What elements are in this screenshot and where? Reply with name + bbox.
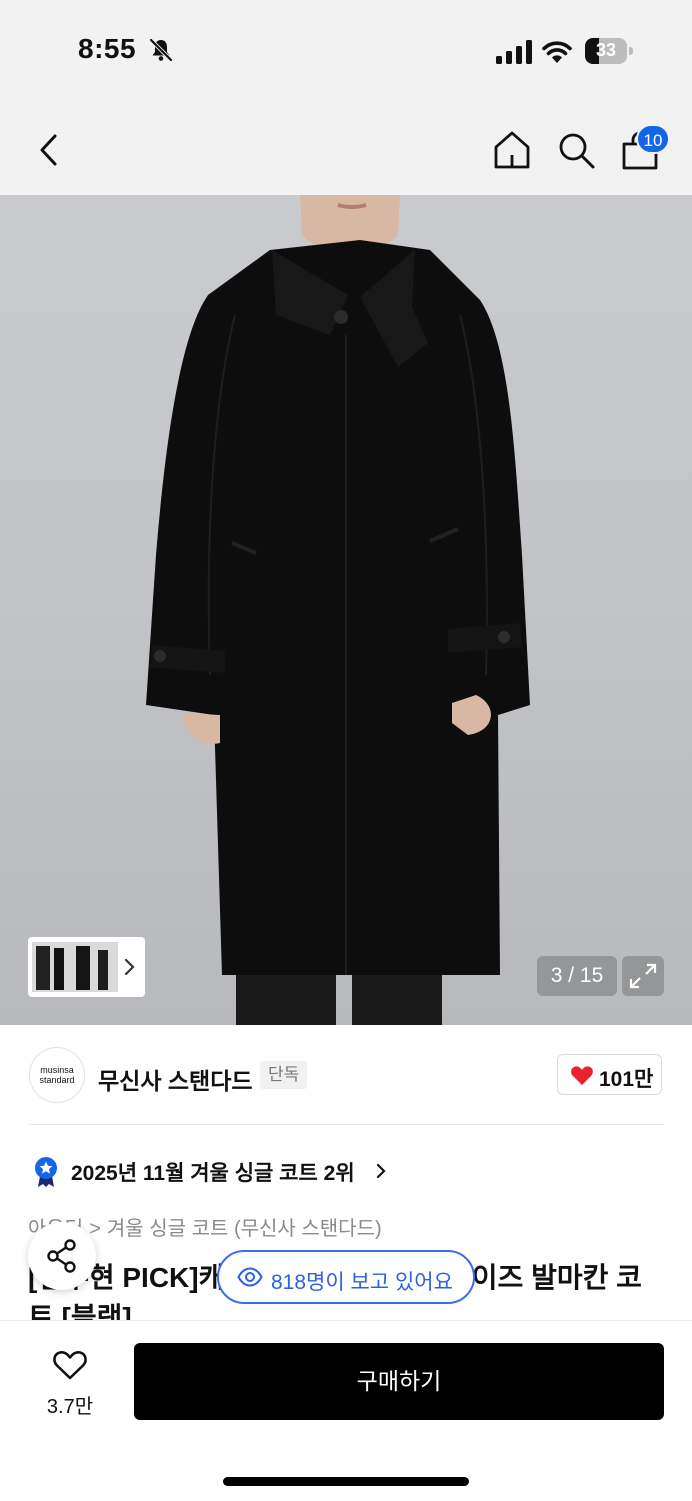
ranking-text[interactable]: 2025년 11월 겨울 싱글 코트 2위	[71, 1157, 355, 1187]
thumbnail-images	[32, 942, 118, 992]
heart-outline-icon	[53, 1350, 87, 1380]
share-icon	[47, 1239, 76, 1273]
back-arrow-icon[interactable]	[30, 130, 70, 170]
battery-indicator: 33	[585, 38, 633, 64]
wifi-icon	[542, 41, 572, 63]
breadcrumb-separator: >	[89, 1218, 101, 1240]
divider	[28, 1124, 664, 1125]
brand-like-button[interactable]: 101만	[557, 1054, 662, 1095]
status-time: 8:55	[78, 33, 137, 64]
image-counter: 3 / 15	[537, 956, 617, 996]
share-button[interactable]	[28, 1222, 96, 1290]
ranking-star-badge-icon	[35, 1157, 57, 1187]
battery-nub	[629, 47, 633, 55]
thumbnail-strip[interactable]	[28, 937, 145, 997]
top-nav-bar: 10	[0, 100, 692, 195]
eye-icon	[237, 1267, 263, 1287]
wishlist-count: 3.7만	[46, 1396, 94, 1418]
breadcrumb-subcategory[interactable]: 겨울 싱글 코트 (무신사 스탠다드)	[107, 1218, 382, 1240]
buy-button[interactable]: 구매하기	[134, 1343, 664, 1420]
bottom-action-bar: 3.7만 구매하기	[0, 1320, 692, 1501]
brand-logo[interactable]: musinsa standard	[29, 1047, 85, 1103]
cart-count-badge: 10	[636, 124, 670, 154]
brand-name[interactable]: 무신사 스탠다드	[98, 1062, 253, 1096]
chevron-right-icon[interactable]	[374, 1161, 388, 1181]
search-icon[interactable]	[554, 128, 598, 172]
model-coat-illustration	[146, 195, 530, 1025]
cellular-signal-icon	[496, 40, 532, 64]
home-icon[interactable]	[490, 128, 534, 172]
brand-like-count: 101만	[599, 1068, 654, 1091]
expand-icon[interactable]	[622, 956, 664, 996]
wishlist-button[interactable]: 3.7만	[30, 1345, 110, 1425]
battery-level: 33	[595, 40, 617, 60]
exclusive-badge: 단독	[260, 1061, 308, 1089]
home-indicator	[223, 1477, 469, 1486]
brand-logo-line1: musinsa	[40, 1065, 74, 1075]
status-bar: 8:55 33	[0, 0, 692, 100]
heart-filled-icon	[571, 1066, 593, 1085]
brand-logo-line2: standard	[39, 1075, 75, 1085]
product-image[interactable]: 3 / 15	[0, 195, 692, 1025]
live-viewers-pill: 818명이 보고 있어요	[217, 1250, 475, 1304]
thumbnail-preview	[32, 942, 118, 992]
live-viewers-text: 818명이 보고 있어요	[271, 1271, 453, 1294]
chevron-right-icon	[124, 958, 135, 976]
silent-bell-icon	[149, 38, 173, 62]
